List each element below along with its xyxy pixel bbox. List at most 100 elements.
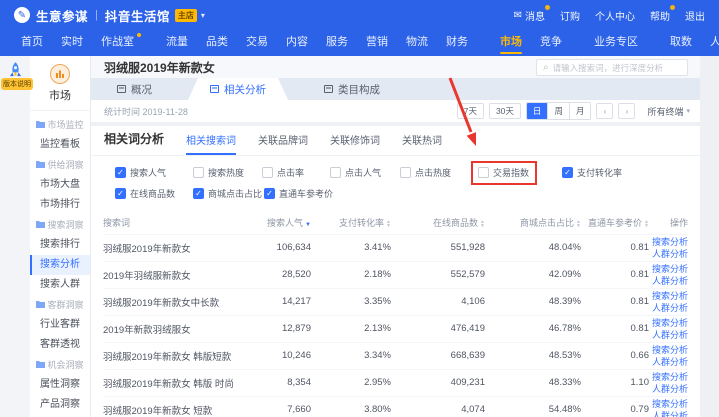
store-name[interactable]: 抖音生活馆 — [105, 6, 170, 25]
metric-checkbox[interactable]: ✓商城点击占比 — [193, 187, 264, 200]
menu-item[interactable]: 搜索分析 — [30, 255, 90, 275]
nav-item[interactable]: 财务 — [437, 30, 477, 56]
search-input[interactable] — [553, 63, 681, 73]
range-button[interactable]: 30天 — [489, 103, 521, 119]
search-analysis-link[interactable]: 搜索分析 — [649, 236, 688, 248]
topbar-link[interactable]: 帮助 — [650, 8, 670, 23]
column-header[interactable]: 商城点击占比▲▼ — [485, 212, 581, 234]
prev-button[interactable]: ‹ — [596, 103, 613, 119]
checkbox-checked[interactable]: ✓ — [562, 167, 573, 178]
search-analysis-link[interactable]: 搜索分析 — [649, 398, 688, 410]
menu-item[interactable]: 市场排行 — [30, 195, 90, 215]
column-header[interactable]: 直通车参考价▲▼ — [581, 212, 649, 234]
tab[interactable]: 相关分析 — [188, 78, 288, 100]
search-box[interactable]: ⌕ — [536, 59, 688, 76]
subtab[interactable]: 相关搜索词 — [186, 132, 236, 155]
topbar-link[interactable]: 订购 — [560, 8, 580, 23]
subtab[interactable]: 关联修饰词 — [330, 132, 380, 155]
rocket-icon[interactable] — [8, 62, 23, 79]
crowd-analysis-link[interactable]: 人群分析 — [649, 248, 688, 260]
sort-icon[interactable]: ▲▼ — [644, 220, 649, 228]
topbar-link[interactable]: 个人中心 — [595, 8, 635, 23]
tab[interactable]: 概况 — [99, 78, 170, 100]
metric-checkbox[interactable]: 点击热度 — [400, 166, 478, 179]
value-cell: 8,354 — [243, 369, 311, 396]
sort-desc-icon[interactable]: ▼ — [305, 222, 311, 228]
nav-item[interactable]: 竞争 — [531, 30, 571, 56]
topbar-link[interactable]: ✉消息 — [514, 8, 545, 23]
range-button[interactable]: 7天 — [457, 103, 484, 119]
crowd-analysis-link[interactable]: 人群分析 — [649, 356, 688, 368]
search-analysis-link[interactable]: 搜索分析 — [649, 317, 688, 329]
checkbox-checked[interactable]: ✓ — [115, 167, 126, 178]
granularity-button[interactable]: 周 — [547, 103, 569, 119]
granularity-button[interactable]: 日 — [527, 103, 548, 119]
metric-checkbox[interactable]: ✓在线商品数 — [115, 187, 193, 200]
column-header[interactable]: 支付转化率▲▼ — [311, 212, 391, 234]
nav-item[interactable]: 流量 — [157, 30, 197, 56]
metric-checkbox[interactable]: ✓搜索人气 — [115, 166, 193, 179]
menu-item[interactable]: 监控看板 — [30, 135, 90, 155]
menu-item[interactable]: 客群透视 — [30, 335, 90, 355]
search-analysis-link[interactable]: 搜索分析 — [649, 290, 688, 302]
topbar-link[interactable]: 退出 — [685, 8, 705, 23]
nav-item[interactable]: 首页 — [12, 30, 52, 56]
crowd-analysis-link[interactable]: 人群分析 — [649, 383, 688, 395]
crowd-analysis-link[interactable]: 人群分析 — [649, 275, 688, 287]
search-analysis-link[interactable]: 搜索分析 — [649, 371, 688, 383]
checkbox-unchecked[interactable] — [262, 167, 273, 178]
checkbox-checked[interactable]: ✓ — [115, 188, 126, 199]
menu-item[interactable]: 搜索人群 — [30, 275, 90, 295]
menu-item[interactable]: 属性洞察 — [30, 375, 90, 395]
menu-group-label: 供给洞察 — [47, 155, 83, 175]
checkbox-unchecked[interactable] — [478, 167, 489, 178]
tab[interactable]: 类目构成 — [306, 78, 398, 100]
nav-item[interactable]: 作战室 — [92, 30, 143, 56]
sort-desc-glyph: ▼ — [386, 224, 391, 228]
version-badge[interactable]: 版本说明 — [1, 78, 33, 90]
nav-item[interactable]: 内容 — [277, 30, 317, 56]
crowd-analysis-link[interactable]: 人群分析 — [649, 410, 688, 417]
nav-item[interactable]: 物流 — [397, 30, 437, 56]
menu-item[interactable]: 搜索排行 — [30, 235, 90, 255]
nav-item[interactable]: 交易 — [237, 30, 277, 56]
metric-transaction-index[interactable]: 交易指数 — [478, 166, 562, 179]
search-analysis-link[interactable]: 搜索分析 — [649, 344, 688, 356]
nav-item[interactable]: 服务 — [317, 30, 357, 56]
nav-item[interactable]: 营销 — [357, 30, 397, 56]
sort-icon[interactable]: ▲▼ — [480, 220, 485, 228]
nav-item[interactable]: 实时 — [52, 30, 92, 56]
next-button[interactable]: › — [618, 103, 635, 119]
crowd-analysis-link[interactable]: 人群分析 — [649, 329, 688, 341]
menu-item[interactable]: 行业客群 — [30, 315, 90, 335]
column-header[interactable]: 搜索人气▼ — [243, 212, 311, 234]
sort-icon[interactable]: ▲▼ — [576, 220, 581, 228]
checkbox-unchecked[interactable] — [193, 167, 204, 178]
checkbox-checked[interactable]: ✓ — [193, 188, 204, 199]
subtab[interactable]: 关联品牌词 — [258, 132, 308, 155]
metric-checkbox[interactable]: 搜索热度 — [193, 166, 262, 179]
metric-checkbox[interactable]: ✓支付转化率 — [562, 166, 622, 179]
detail-tabs: 概况相关分析类目构成 — [91, 78, 700, 100]
granularity-button[interactable]: 月 — [569, 103, 591, 119]
sort-icon[interactable]: ▲▼ — [386, 220, 391, 228]
nav-item[interactable]: 市场 — [491, 30, 531, 56]
nav-item[interactable]: 业务专区 — [585, 30, 647, 56]
chevron-down-icon[interactable]: ▾ — [201, 11, 205, 20]
menu-item[interactable]: 市场大盘 — [30, 175, 90, 195]
subtab[interactable]: 关联热词 — [402, 132, 442, 155]
metric-checkbox[interactable]: 点击人气 — [330, 166, 400, 179]
menu-item[interactable]: 产品洞察 — [30, 395, 90, 415]
checkbox-checked[interactable]: ✓ — [264, 188, 275, 199]
search-analysis-link[interactable]: 搜索分析 — [649, 263, 688, 275]
crowd-analysis-link[interactable]: 人群分析 — [649, 302, 688, 314]
nav-item[interactable]: 取数 — [661, 30, 701, 56]
nav-item[interactable]: 人群管理 — [701, 30, 719, 56]
metric-checkbox[interactable]: ✓直通车参考价 — [264, 187, 333, 200]
checkbox-unchecked[interactable] — [330, 167, 341, 178]
column-header[interactable]: 在线商品数▲▼ — [391, 212, 485, 234]
metric-checkbox[interactable]: 点击率 — [262, 166, 330, 179]
checkbox-unchecked[interactable] — [400, 167, 411, 178]
nav-item[interactable]: 品类 — [197, 30, 237, 56]
terminal-filter[interactable]: 所有终端 ▾ — [647, 105, 690, 118]
